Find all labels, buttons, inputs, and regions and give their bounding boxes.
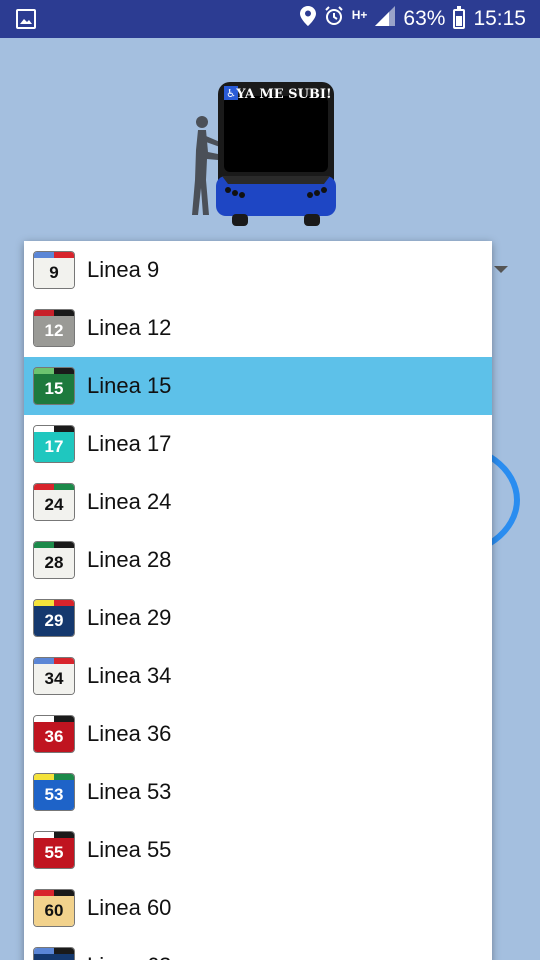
dropdown-item[interactable]: 34 Linea 34 — [24, 647, 492, 705]
line-badge-number: 34 — [34, 664, 74, 694]
spinner-arrow-icon[interactable] — [494, 266, 508, 273]
line-badge-icon: 60 — [33, 889, 75, 927]
line-badge-icon: 55 — [33, 831, 75, 869]
dropdown-item-label: Linea 60 — [87, 895, 172, 920]
line-badge-icon: 9 — [33, 251, 75, 289]
line-badge-icon: 28 — [33, 541, 75, 579]
dropdown-item-label: Linea 28 — [87, 547, 172, 572]
dropdown-item[interactable]: 9 Linea 9 — [24, 241, 492, 299]
dropdown-item[interactable]: 28 Linea 28 — [24, 531, 492, 589]
dropdown-item-label: Linea 53 — [87, 779, 172, 804]
dropdown-item[interactable]: 36 Linea 36 — [24, 705, 492, 763]
clock: 15:15 — [473, 7, 526, 30]
line-badge-number: 15 — [34, 374, 74, 404]
location-pin-icon — [299, 6, 316, 32]
dropdown-item[interactable]: 60 Linea 60 — [24, 879, 492, 937]
dropdown-item-label: Linea 9 — [87, 257, 160, 282]
dropdown-item-label: Linea 29 — [87, 605, 172, 630]
dropdown-item-label: Linea 34 — [87, 663, 172, 688]
line-badge-number: 29 — [34, 606, 74, 636]
dropdown-item-label: Linea 15 — [87, 373, 172, 398]
line-badge-number: 36 — [34, 722, 74, 752]
line-badge-icon: 24 — [33, 483, 75, 521]
line-badge-number: 53 — [34, 780, 74, 810]
line-badge-number: 12 — [34, 316, 74, 346]
dropdown-item-label: Linea 12 — [87, 315, 172, 340]
dropdown-item-label: Linea 36 — [87, 721, 172, 746]
line-badge-number: 9 — [34, 258, 74, 288]
line-badge-icon: 29 — [33, 599, 75, 637]
line-badge-icon: 63 — [33, 947, 75, 960]
battery-percent: 63% — [403, 7, 446, 30]
dropdown-item[interactable]: 63 Linea 63 — [24, 937, 492, 960]
dropdown-item[interactable]: 12 Linea 12 — [24, 299, 492, 357]
dropdown-item[interactable]: 24 Linea 24 — [24, 473, 492, 531]
dropdown-item[interactable]: 55 Linea 55 — [24, 821, 492, 879]
dropdown-item-label: Linea 24 — [87, 489, 172, 514]
line-badge-number: 60 — [34, 896, 74, 926]
dropdown-item[interactable]: 15 Linea 15 — [24, 357, 492, 415]
line-badge-number: 63 — [34, 954, 74, 960]
line-badge-icon: 17 — [33, 425, 75, 463]
line-badge-number: 55 — [34, 838, 74, 868]
alarm-icon — [324, 6, 344, 32]
line-badge-icon: 34 — [33, 657, 75, 695]
app-logo: ♿ YA ME SUBI! — [192, 80, 342, 230]
logo-text: YA ME SUBI! — [235, 87, 331, 102]
line-badge-number: 24 — [34, 490, 74, 520]
status-bar: H+ 63% 15:15 — [0, 0, 540, 38]
line-badge-icon: 36 — [33, 715, 75, 753]
line-badge-icon: 15 — [33, 367, 75, 405]
svg-text:♿: ♿ — [226, 87, 236, 100]
line-dropdown-list[interactable]: 9 Linea 9 12 Linea 12 15 Linea 15 17 Linea 17 24… — [24, 241, 492, 960]
signal-icon — [375, 6, 396, 32]
line-badge-number: 28 — [34, 548, 74, 578]
line-badge-icon: 53 — [33, 773, 75, 811]
gallery-icon — [16, 9, 36, 29]
network-type-label: H+ — [351, 8, 368, 22]
dropdown-item[interactable]: 17 Linea 17 — [24, 415, 492, 473]
line-badge-number: 17 — [34, 432, 74, 462]
dropdown-item-label: Linea 17 — [87, 431, 172, 456]
dropdown-item-label: Linea 55 — [87, 837, 172, 862]
dropdown-item[interactable]: 53 Linea 53 — [24, 763, 492, 821]
dropdown-item-label: Linea 63 — [87, 953, 171, 960]
dropdown-item[interactable]: 29 Linea 29 — [24, 589, 492, 647]
line-badge-icon: 12 — [33, 309, 75, 347]
battery-icon — [453, 6, 466, 29]
